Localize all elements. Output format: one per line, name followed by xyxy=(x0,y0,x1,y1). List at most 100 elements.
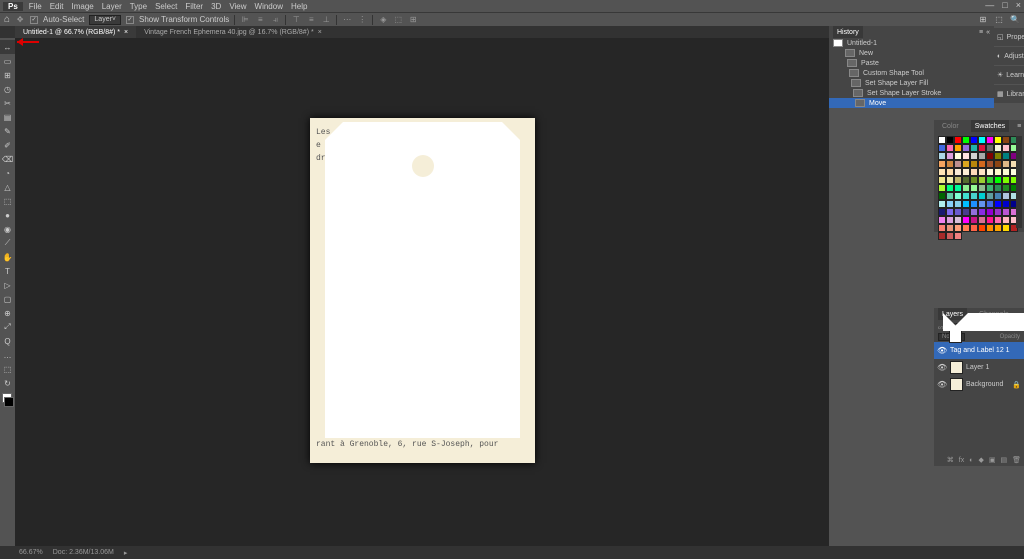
swatch[interactable] xyxy=(986,176,994,184)
swatch[interactable] xyxy=(978,200,986,208)
status-arrow-icon[interactable]: ▸ xyxy=(124,549,128,557)
visibility-icon[interactable]: 👁 xyxy=(937,346,947,355)
menu-view[interactable]: View xyxy=(225,2,250,11)
swatch[interactable] xyxy=(978,168,986,176)
tool-button[interactable]: ▷ xyxy=(0,278,15,292)
swatch[interactable] xyxy=(986,200,994,208)
swatch[interactable] xyxy=(1002,208,1010,216)
layer-row[interactable]: 👁Layer 1 xyxy=(934,359,1024,376)
swatch[interactable] xyxy=(938,184,946,192)
swatch[interactable] xyxy=(1010,224,1018,232)
swatch[interactable] xyxy=(962,144,970,152)
mode-icon[interactable]: ⬚ xyxy=(393,15,403,25)
titlebar-icon[interactable]: ⊞ xyxy=(977,14,989,24)
swatch[interactable] xyxy=(986,216,994,224)
swatch[interactable] xyxy=(962,176,970,184)
history-item[interactable]: Set Shape Layer Stroke xyxy=(829,88,994,98)
swatch[interactable] xyxy=(994,168,1002,176)
swatch[interactable] xyxy=(962,200,970,208)
mode-3d-icon[interactable]: ◈ xyxy=(378,15,388,25)
titlebar-icon[interactable]: ⬚ xyxy=(993,14,1005,24)
swatch[interactable] xyxy=(1002,176,1010,184)
tool-button[interactable]: ⬚ xyxy=(0,362,15,376)
tool-button[interactable]: ◉ xyxy=(0,222,15,236)
swatch[interactable] xyxy=(986,208,994,216)
swatch[interactable] xyxy=(1010,192,1018,200)
tool-button[interactable]: ▢ xyxy=(0,292,15,306)
swatch[interactable] xyxy=(1002,216,1010,224)
swatch[interactable] xyxy=(954,152,962,160)
swatch[interactable] xyxy=(1010,208,1018,216)
document[interactable]: Les trois d i ièmes indivis e parcell ré… xyxy=(310,118,535,463)
swatch[interactable] xyxy=(970,136,978,144)
new-layer-icon[interactable]: ▤ xyxy=(1000,456,1007,464)
history-item[interactable]: Set Shape Layer Fill xyxy=(829,78,994,88)
swatch[interactable] xyxy=(978,152,986,160)
swatch[interactable] xyxy=(994,192,1002,200)
background-color[interactable] xyxy=(4,397,14,407)
swatch[interactable] xyxy=(946,176,954,184)
swatch[interactable] xyxy=(938,160,946,168)
visibility-icon[interactable]: 👁 xyxy=(937,363,947,372)
panel-icon-properties[interactable]: ◱Properties xyxy=(994,28,1024,46)
swatch[interactable] xyxy=(1010,168,1018,176)
history-item[interactable]: Custom Shape Tool xyxy=(829,68,994,78)
swatch[interactable] xyxy=(938,208,946,216)
tool-button[interactable]: ✋ xyxy=(0,250,15,264)
close-tab-icon[interactable]: × xyxy=(124,29,128,36)
distribute-icon[interactable]: ⋯ xyxy=(342,15,352,25)
swatch[interactable] xyxy=(938,232,946,240)
swatch[interactable] xyxy=(954,192,962,200)
swatch[interactable] xyxy=(970,200,978,208)
swatch[interactable] xyxy=(954,168,962,176)
swatch[interactable] xyxy=(1002,168,1010,176)
swatch[interactable] xyxy=(946,152,954,160)
tool-button[interactable]: ⬚ xyxy=(0,194,15,208)
swatch[interactable] xyxy=(994,184,1002,192)
swatch[interactable] xyxy=(962,152,970,160)
swatch[interactable] xyxy=(938,168,946,176)
document-tab[interactable]: Vintage French Ephemera 40.jpg @ 16.7% (… xyxy=(136,26,330,38)
panel-icon-libraries[interactable]: ▦Libraries xyxy=(994,85,1024,103)
swatch[interactable] xyxy=(970,208,978,216)
link-icon[interactable]: ⌘ xyxy=(947,456,954,464)
swatch[interactable] xyxy=(1002,136,1010,144)
document-tab[interactable]: Untitled-1 @ 66.7% (RGB/8#) *× xyxy=(15,26,136,38)
tool-button[interactable]: ⤢ xyxy=(0,320,15,334)
menu-ps[interactable]: Ps xyxy=(3,2,23,11)
swatch[interactable] xyxy=(946,144,954,152)
menu-file[interactable]: File xyxy=(25,2,46,11)
tool-button[interactable]: … xyxy=(0,348,15,362)
swatch[interactable] xyxy=(946,160,954,168)
swatch[interactable] xyxy=(970,184,978,192)
swatches-tab[interactable]: Swatches xyxy=(971,120,1009,132)
canvas-area[interactable]: Les trois d i ièmes indivis e parcell ré… xyxy=(15,38,829,546)
swatch[interactable] xyxy=(986,192,994,200)
visibility-icon[interactable]: 👁 xyxy=(937,380,947,389)
swatch[interactable] xyxy=(986,152,994,160)
align-right-icon[interactable]: ⫣ xyxy=(270,15,280,25)
layer-row[interactable]: 👁Tag and Label 12 1 xyxy=(934,342,1024,359)
swatch[interactable] xyxy=(962,168,970,176)
tool-button[interactable]: ✐ xyxy=(0,138,15,152)
swatch[interactable] xyxy=(954,136,962,144)
align-center-icon[interactable]: ≡ xyxy=(255,15,265,25)
swatch[interactable] xyxy=(946,224,954,232)
swatch[interactable] xyxy=(978,192,986,200)
swatch[interactable] xyxy=(954,208,962,216)
swatch[interactable] xyxy=(954,232,962,240)
align-top-icon[interactable]: ⊤ xyxy=(291,15,301,25)
tool-button[interactable]: △ xyxy=(0,180,15,194)
swatch[interactable] xyxy=(994,160,1002,168)
swatch[interactable] xyxy=(954,184,962,192)
swatch[interactable] xyxy=(970,192,978,200)
swatch[interactable] xyxy=(970,216,978,224)
tool-button[interactable]: Q xyxy=(0,334,15,348)
swatch[interactable] xyxy=(1002,200,1010,208)
align-bottom-icon[interactable]: ⊥ xyxy=(321,15,331,25)
swatch[interactable] xyxy=(1002,160,1010,168)
home-icon[interactable]: ⌂ xyxy=(4,14,10,25)
swatch[interactable] xyxy=(1002,224,1010,232)
swatch[interactable] xyxy=(962,224,970,232)
fx-icon[interactable]: fx xyxy=(959,457,964,464)
